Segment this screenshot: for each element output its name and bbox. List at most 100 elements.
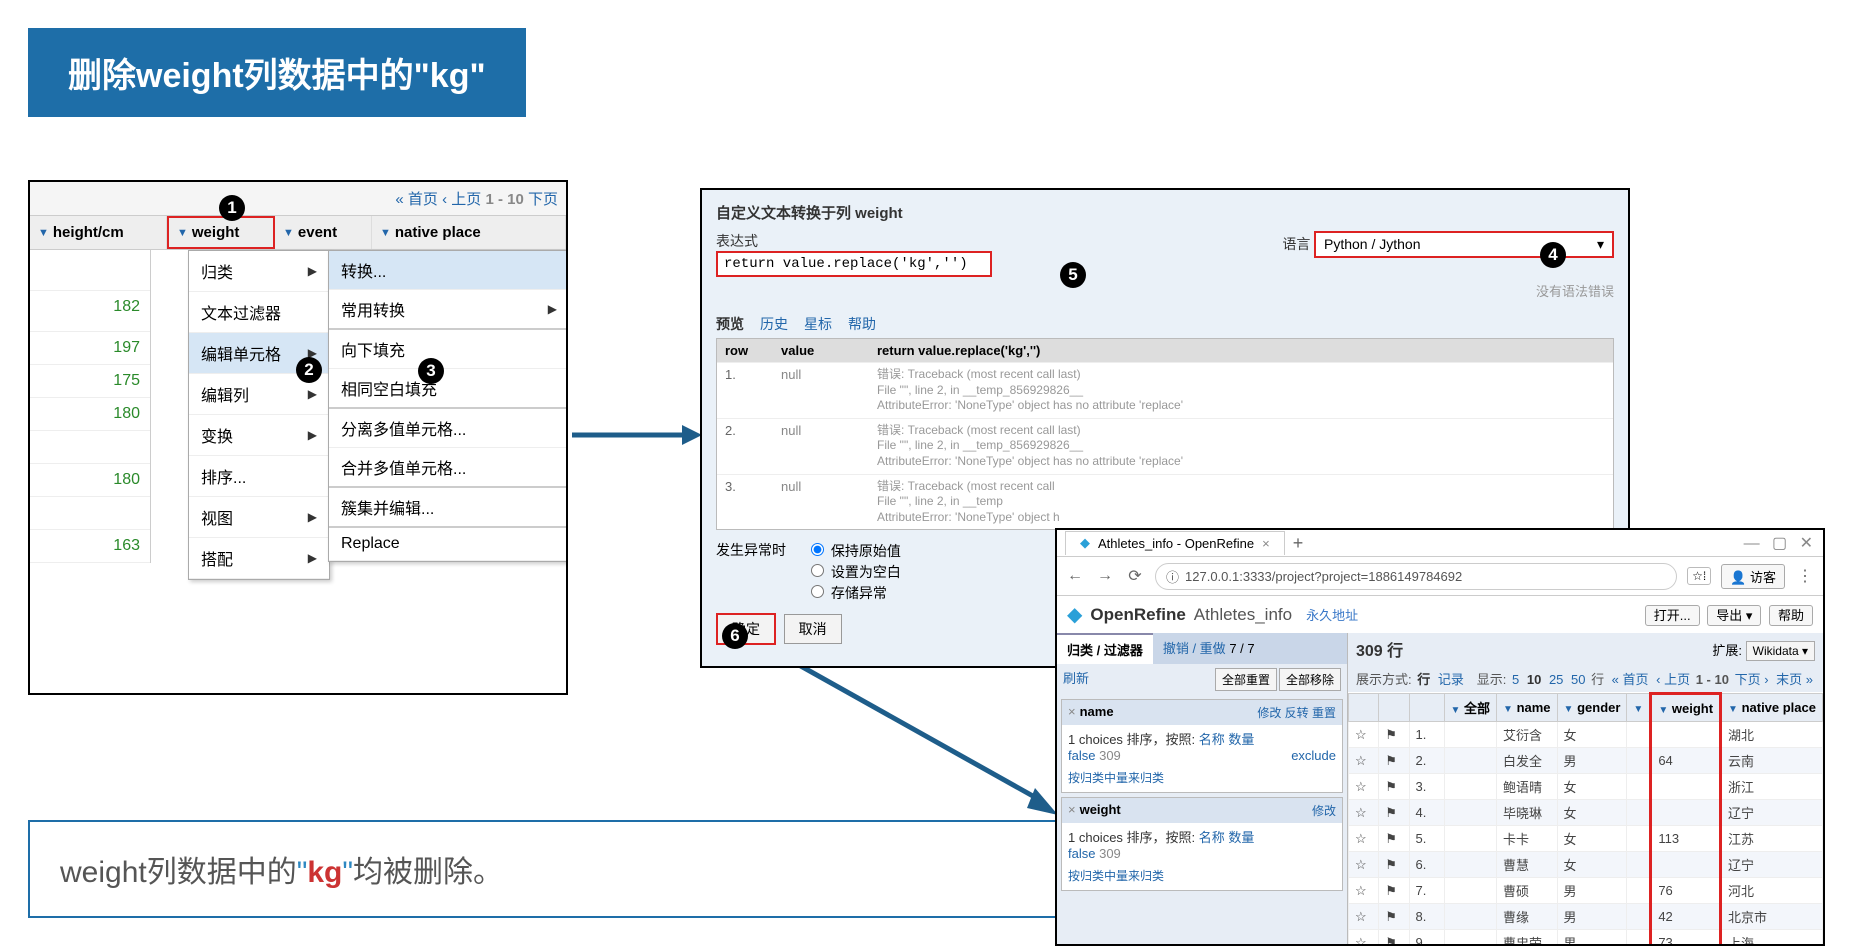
cell-name[interactable]: 曹缘 [1497,904,1558,930]
cell-gender[interactable]: 男 [1557,904,1627,930]
cell-weight[interactable]: 113 [1651,826,1721,852]
star-icon[interactable]: ☆ [1349,878,1379,904]
cell-name[interactable]: 艾衍含 [1497,722,1558,748]
cell-gender[interactable]: 女 [1557,852,1627,878]
pagesize-25[interactable]: 25 [1549,672,1563,687]
tab-undo[interactable]: 撤销 / 重做 7 / 7 [1153,633,1265,664]
flag-icon[interactable]: ⚑ [1379,774,1409,800]
cell-native[interactable]: 北京市 [1721,904,1823,930]
tab-history[interactable]: 历史 [760,314,788,334]
language-select[interactable]: Python / Jython▾ [1314,231,1614,258]
cell-weight[interactable] [1651,722,1721,748]
flag-icon[interactable]: ⚑ [1379,878,1409,904]
menu-item[interactable]: 归类▶ [189,251,329,292]
col-weight[interactable]: ▼ weight [1651,694,1721,722]
star-icon[interactable]: ☆ [1349,826,1379,852]
radio-keep[interactable]: 保持原始值 [806,540,901,561]
cancel-button[interactable]: 取消 [784,614,842,644]
star-icon[interactable]: ☆ [1349,904,1379,930]
forward-icon[interactable]: → [1095,567,1115,585]
close-icon[interactable]: × [1262,536,1270,551]
submenu-item[interactable]: 分离多值单元格... [329,409,568,448]
facet-footer[interactable]: 按归类中量来归类 [1062,865,1342,890]
cell-weight[interactable]: 76 [1651,878,1721,904]
flag-icon[interactable]: ⚑ [1379,930,1409,947]
cell-gender[interactable]: 男 [1557,878,1627,904]
pagesize-50[interactable]: 50 [1571,672,1585,687]
pagesize-5[interactable]: 5 [1512,672,1519,687]
col-blank[interactable]: ▼ [1627,694,1651,722]
pagesize-10[interactable]: 10 [1527,672,1541,687]
facet-ops[interactable]: 修改 反转 重置 [1257,704,1336,721]
facet-footer[interactable]: 按归类中量来归类 [1062,767,1342,792]
submenu-item[interactable]: 簇集并编辑... [329,488,568,528]
flag-icon[interactable]: ⚑ [1379,800,1409,826]
cell-weight[interactable]: 42 [1651,904,1721,930]
star-icon[interactable]: ☆ [1349,748,1379,774]
cell-weight[interactable]: 73 [1651,930,1721,947]
mode-records[interactable]: 记录 [1438,672,1464,687]
submenu-item[interactable]: Replace [329,528,568,561]
cell-weight[interactable] [1651,852,1721,878]
tab-facets[interactable]: 归类 / 过滤器 [1057,633,1153,664]
star-icon[interactable]: ☆ [1349,852,1379,878]
back-icon[interactable]: ← [1065,567,1085,585]
facet-value[interactable]: false [1068,748,1095,763]
col-weight[interactable]: ▼weight [167,216,275,249]
flag-icon[interactable]: ⚑ [1379,748,1409,774]
close-icon[interactable]: × [1068,704,1076,719]
pager-first[interactable]: « 首页 [1612,672,1649,687]
new-tab-button[interactable]: + [1293,533,1304,554]
cell-name[interactable]: 鲍语晴 [1497,774,1558,800]
cell-gender[interactable]: 男 [1557,930,1627,947]
browser-tab[interactable]: ◆ Athletes_info - OpenRefine × [1065,531,1285,555]
col-gender[interactable]: ▼ gender [1557,694,1627,722]
facet-ops[interactable]: 修改 [1312,802,1336,819]
menu-icon[interactable]: ⋮ [1795,566,1815,586]
refresh-link[interactable]: 刷新 [1063,668,1089,691]
star-icon[interactable]: ☆ [1349,722,1379,748]
submenu-item[interactable]: 转换... [329,251,568,290]
pager-prev[interactable]: ‹ 上页 [442,191,481,208]
col-height[interactable]: ▼height/cm [30,216,167,249]
menu-item[interactable]: 排序... [189,456,329,497]
col-native[interactable]: ▼ native place [1721,694,1823,722]
menu-item[interactable]: 视图▶ [189,497,329,538]
menu-item[interactable]: 变换▶ [189,415,329,456]
cell-gender[interactable]: 女 [1557,722,1627,748]
cell-native[interactable]: 湖北 [1721,722,1823,748]
extension-button[interactable]: Wikidata ▾ [1746,641,1815,661]
flag-icon[interactable]: ⚑ [1379,852,1409,878]
expression-input[interactable]: return value.replace('kg','') [716,251,992,277]
cell-name[interactable]: 卡卡 [1497,826,1558,852]
facet-value[interactable]: false [1068,846,1095,861]
menu-item[interactable]: 文本过滤器 [189,292,329,333]
col-name[interactable]: ▼ name [1497,694,1558,722]
cell-native[interactable]: 云南 [1721,748,1823,774]
pager-next[interactable]: 下页 › [1735,672,1769,687]
cell-name[interactable]: 毕晓琳 [1497,800,1558,826]
col-native[interactable]: ▼native place [372,216,566,249]
open-button[interactable]: 打开... [1645,605,1700,626]
cell-name[interactable]: 曹忠荣 [1497,930,1558,947]
exclude-link[interactable]: exclude [1291,748,1336,763]
cell-native[interactable]: 河北 [1721,878,1823,904]
translate-icon[interactable]: ☆⁞ [1687,567,1711,585]
remove-all-button[interactable]: 全部移除 [1279,668,1341,691]
tab-help[interactable]: 帮助 [848,314,876,334]
cell-name[interactable]: 曹硕 [1497,878,1558,904]
pager-next[interactable]: 下页 [528,191,558,208]
star-icon[interactable]: ☆ [1349,800,1379,826]
col-event[interactable]: ▼event [275,216,372,249]
flag-icon[interactable]: ⚑ [1379,722,1409,748]
star-icon[interactable]: ☆ [1349,774,1379,800]
cell-native[interactable]: 辽宁 [1721,852,1823,878]
help-button[interactable]: 帮助 [1769,605,1813,626]
pager-last[interactable]: 末页 » [1776,672,1813,687]
cell-weight[interactable]: 64 [1651,748,1721,774]
close-icon[interactable]: × [1068,802,1076,817]
permalink[interactable]: 永久地址 [1306,605,1358,624]
tab-preview[interactable]: 预览 [716,314,744,334]
radio-store[interactable]: 存储异常 [806,582,901,603]
cell-weight[interactable] [1651,800,1721,826]
